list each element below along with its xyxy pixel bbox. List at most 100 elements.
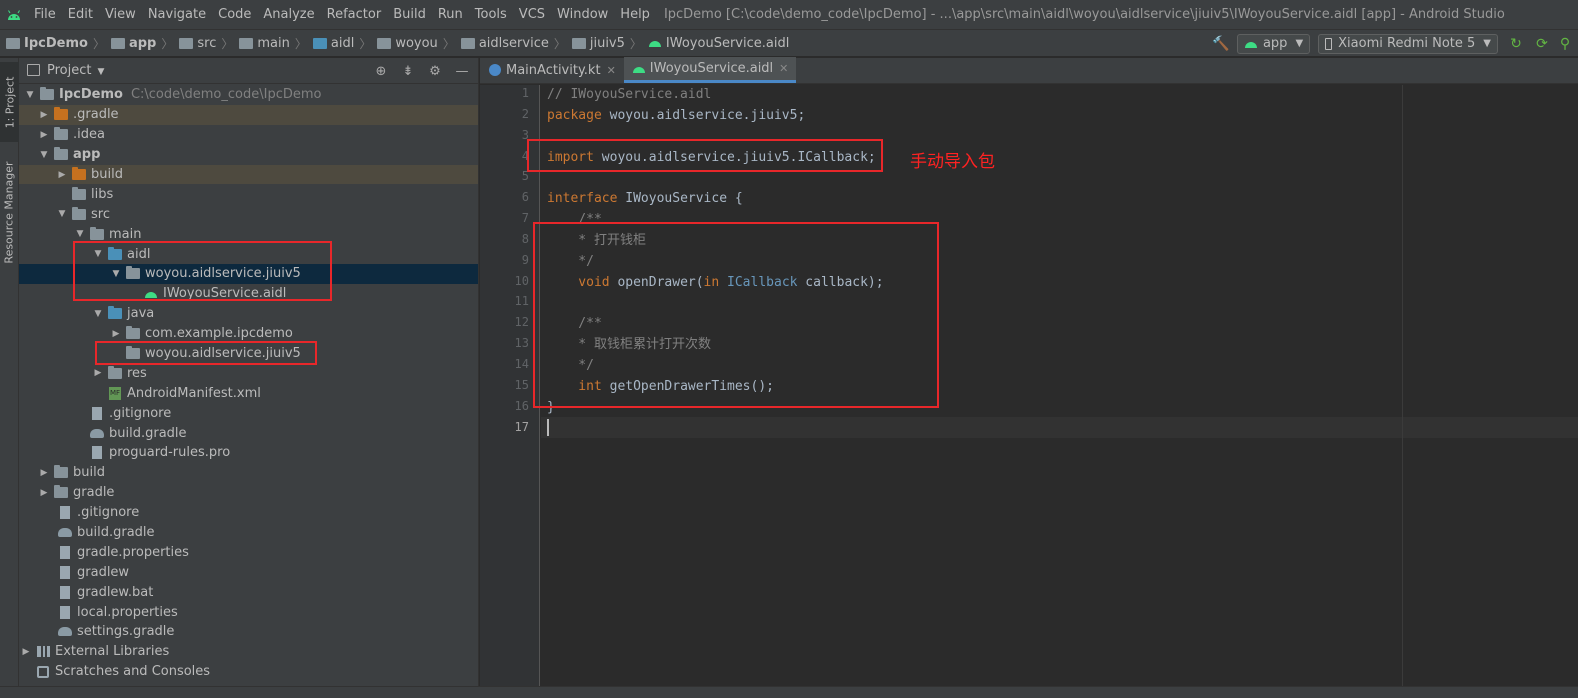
highlight-aidl-box	[73, 241, 332, 301]
chevron-down-icon[interactable]: ▼	[23, 90, 37, 100]
code-line: // IWoyouService.aidl	[547, 87, 712, 102]
apply-changes-icon[interactable]: ↻	[1506, 34, 1526, 54]
tree-item-gradlew[interactable]: gradlew	[19, 562, 478, 582]
menu-build[interactable]: Build	[387, 0, 432, 29]
menu-view[interactable]: View	[99, 0, 142, 29]
tree-item-gradle[interactable]: ▶ gradle	[19, 483, 478, 503]
line-number: 2	[521, 107, 529, 121]
tree-item-java[interactable]: ▼ java	[19, 304, 478, 324]
chevron-right-icon[interactable]: ▶	[19, 647, 33, 657]
project-view-icon	[27, 64, 40, 76]
tree-item-ipcdemo[interactable]: ▼ IpcDemo C:\code\demo_code\IpcDemo	[19, 85, 478, 105]
tree-item-settings-gradle[interactable]: settings.gradle	[19, 622, 478, 642]
menu-code[interactable]: Code	[212, 0, 257, 29]
menu-edit[interactable]: Edit	[62, 0, 99, 29]
menu-refactor[interactable]: Refactor	[321, 0, 388, 29]
text-file-icon	[57, 565, 73, 579]
tree-item-app[interactable]: ▼ app	[19, 145, 478, 165]
chevron-right-icon[interactable]: ▶	[37, 468, 51, 478]
menu-file[interactable]: File	[28, 0, 62, 29]
breadcrumb-woyou[interactable]: woyou 〉	[371, 35, 455, 52]
tree-item-gradlew-bat[interactable]: gradlew.bat	[19, 582, 478, 602]
menu-vcs[interactable]: VCS	[513, 0, 551, 29]
tree-item-root-gitignore[interactable]: .gitignore	[19, 503, 478, 523]
tree-item-proguard[interactable]: proguard-rules.pro	[19, 443, 478, 463]
navigation-bar: IpcDemo 〉 app 〉 src 〉 main 〉 aidl 〉 woyou 〉 ai…	[0, 29, 1578, 57]
folder-icon	[239, 37, 254, 49]
breadcrumb-aidl[interactable]: aidl 〉	[307, 35, 371, 52]
run-config-select[interactable]: app ▼	[1236, 33, 1311, 54]
collapse-all-icon[interactable]: ⇟	[398, 61, 418, 81]
tree-item-gradle-properties[interactable]: gradle.properties	[19, 542, 478, 562]
project-view-select[interactable]: Project ▼	[47, 63, 104, 78]
chevron-down-icon[interactable]: ▼	[37, 150, 51, 160]
line-number: 12	[514, 315, 529, 329]
tree-item-label: .gitignore	[77, 505, 140, 521]
tree-item-res[interactable]: ▶ res	[19, 363, 478, 383]
menu-analyze[interactable]: Analyze	[257, 0, 320, 29]
tool-window-stripe: 1: Project Resource Manager	[0, 58, 19, 698]
project-path-hint: C:\code\demo_code\IpcDemo	[130, 87, 322, 103]
device-select[interactable]: Xiaomi Redmi Note 5 ▼	[1318, 33, 1498, 54]
editor-area: MainActivity.kt ✕ IWoyouService.aidl ✕ 1…	[480, 57, 1578, 686]
tree-item-root-build-gradle[interactable]: build.gradle	[19, 523, 478, 543]
chevron-down-icon[interactable]: ▼	[73, 229, 87, 239]
resource-manager-tab[interactable]: Resource Manager	[0, 152, 19, 272]
folder-icon	[110, 37, 125, 49]
folder-icon	[89, 226, 105, 241]
chevron-down-icon[interactable]: ▼	[91, 309, 105, 319]
tree-item-src[interactable]: ▼ src	[19, 204, 478, 224]
chevron-down-icon[interactable]: ▼	[55, 209, 69, 219]
breadcrumb-app[interactable]: app 〉	[105, 35, 173, 52]
tree-item-libs[interactable]: libs	[19, 184, 478, 204]
tree-item-scratches[interactable]: Scratches and Consoles	[19, 662, 478, 682]
breadcrumb-jiuiv5[interactable]: jiuiv5 〉	[566, 35, 642, 52]
window-title: IpcDemo [C:\code\demo_code\IpcDemo] - ..…	[663, 7, 1505, 22]
chevron-right-icon[interactable]: ▶	[109, 329, 123, 339]
tab-mainactivity[interactable]: MainActivity.kt ✕	[480, 57, 624, 83]
chevron-right-icon[interactable]: ▶	[37, 110, 51, 120]
menu-window[interactable]: Window	[551, 0, 614, 29]
chevron-right-icon[interactable]: ▶	[37, 130, 51, 140]
chevron-right-icon[interactable]: ▶	[37, 488, 51, 498]
folder-icon	[6, 37, 20, 49]
project-tool-tab[interactable]: 1: Project	[0, 62, 19, 142]
tree-item-idea[interactable]: ▶ .idea	[19, 125, 478, 145]
breadcrumb-src[interactable]: src 〉	[173, 35, 233, 52]
run-config-label: app	[1262, 36, 1288, 51]
breadcrumb-file[interactable]: IWoyouService.aidl	[642, 36, 789, 51]
menu-navigate[interactable]: Navigate	[142, 0, 212, 29]
breadcrumb-main[interactable]: main 〉	[233, 35, 307, 52]
apply-code-changes-icon[interactable]: ⟳	[1532, 34, 1552, 54]
gradle-file-icon	[89, 426, 105, 440]
code-line: package woyou.aidlservice.jiuiv5;	[547, 108, 806, 123]
tab-iwoyouservice[interactable]: IWoyouService.aidl ✕	[623, 57, 797, 83]
line-number: 11	[514, 294, 529, 308]
gear-icon[interactable]: ⚙	[425, 61, 445, 81]
breadcrumb-ipcdemo[interactable]: IpcDemo 〉	[0, 35, 105, 52]
build-hammer-icon[interactable]: 🔨	[1211, 34, 1231, 54]
tree-item-app-build[interactable]: ▶ build	[19, 164, 478, 185]
tree-item-local-properties[interactable]: local.properties	[19, 602, 478, 622]
tree-item-label: app	[73, 147, 101, 163]
tree-item-label: Scratches and Consoles	[55, 664, 211, 680]
close-icon[interactable]: ✕	[607, 64, 616, 77]
tree-item-root-build[interactable]: ▶ build	[19, 463, 478, 483]
chevron-right-icon[interactable]: ▶	[55, 170, 69, 180]
locate-file-icon[interactable]: ⊕	[371, 61, 391, 81]
menu-help[interactable]: Help	[614, 0, 656, 29]
tree-item-app-build-gradle[interactable]: build.gradle	[19, 423, 478, 443]
hide-panel-icon[interactable]: —	[452, 61, 472, 81]
attach-debugger-icon[interactable]: ⚲	[1558, 34, 1572, 54]
menu-run[interactable]: Run	[432, 0, 469, 29]
menu-tools[interactable]: Tools	[469, 0, 513, 29]
tree-item-androidmanifest[interactable]: MF AndroidManifest.xml	[19, 383, 478, 403]
breadcrumb-aidlservice[interactable]: aidlservice 〉	[455, 35, 566, 52]
tree-item-gradle-dir[interactable]: ▶ .gradle	[19, 104, 478, 125]
chevron-right-icon[interactable]: ▶	[91, 368, 105, 378]
module-folder-icon	[53, 147, 69, 162]
tree-item-label: gradle.properties	[77, 544, 189, 560]
tree-item-external-libraries[interactable]: ▶ External Libraries	[19, 642, 478, 662]
close-icon[interactable]: ✕	[779, 62, 788, 75]
tree-item-app-gitignore[interactable]: .gitignore	[19, 403, 478, 423]
